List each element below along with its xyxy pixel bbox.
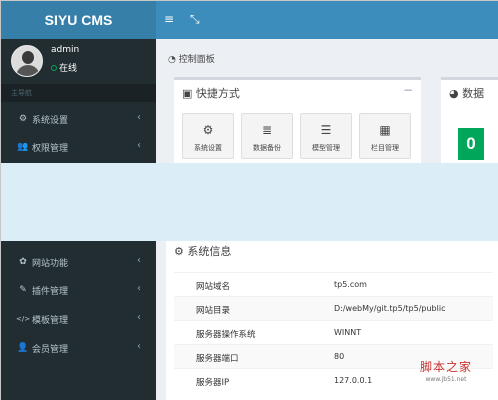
info-value: 127.0.0.1 [334,376,373,385]
info-value: D:/webMy/git.tp5/tp5/public [334,304,446,313]
shortcuts-title: ▣ 快捷方式 [182,85,240,101]
watermark: 脚本之家 www.jb51.net [406,358,486,383]
collapse-icon[interactable]: − [403,83,413,97]
user-status: 在线 [51,61,77,74]
shortcut-data-backup[interactable]: ≣ 数据备份 [241,113,293,159]
sidebar-item-members[interactable]: 👤 会员管理 ‹ [1,336,156,360]
table-row: 服务器操作系统 WINNT [174,320,493,344]
admin-screen: SIYU CMS ≡ ⤡ admin 在线 主导航 ⚙ 系统设置 ‹ 👥 权限管… [0,0,498,400]
code-icon: </> [16,315,31,323]
watermark-url: www.jb51.net [425,376,467,383]
user-icon: 👤 [17,343,29,353]
info-key: 网站域名 [196,282,231,292]
shortcut-label: 数据备份 [253,144,281,152]
user-status-text: 在线 [59,64,78,74]
shortcut-label: 系统设置 [194,144,222,152]
sidebar-item-site-functions[interactable]: ✿ 网站功能 ‹ [1,250,156,274]
shortcut-label: 栏目管理 [371,144,399,152]
sidebar-item-templates[interactable]: </> 模板管理 ‹ [1,307,156,331]
list-icon: ☰ [320,123,332,137]
sidebar-item-label: 权限管理 [32,143,69,154]
nav-header: 主导航 [1,84,156,102]
table-row: 网站目录 D:/webMy/git.tp5/tp5/public [174,296,493,320]
top-navbar: ≡ ⤡ [156,1,498,39]
fullscreen-icon[interactable]: ⤡ [190,12,200,26]
shortcut-model-management[interactable]: ☰ 模型管理 [300,113,352,159]
info-key: 服务器IP [196,378,230,388]
pie-chart-icon: ◕ [449,87,459,100]
blank-overlay-band [1,163,498,241]
chevron-left-icon: ‹ [137,283,141,294]
cog-icon: ⚙ [174,245,184,258]
breadcrumb[interactable]: ◔ 控制面板 [168,52,215,65]
sidebar-item-label: 网站功能 [32,258,69,269]
shortcuts-box: ▣ 快捷方式 − ⚙ 系统设置 ≣ 数据备份 ☰ 模型管理 ▦ 栏目管理 [174,77,421,167]
user-panel: admin 在线 [1,39,156,83]
shortcut-system-settings[interactable]: ⚙ 系统设置 [182,113,234,159]
avatar-body [16,65,40,76]
app-logo-text: SIYU CMS [44,12,113,28]
gift-icon: ▣ [182,87,193,100]
users-icon: 👥 [17,142,29,152]
info-key: 网站目录 [196,306,231,316]
info-value: tp5.com [334,280,367,289]
breadcrumb-label: 控制面板 [178,55,215,65]
system-info-title: ⚙ 系统信息 [174,243,231,259]
avatar[interactable] [11,45,43,77]
sidebar-item-label: 模板管理 [32,315,69,326]
user-name: admin [51,45,80,55]
watermark-text: 脚本之家 [419,360,472,374]
cogs-icon: ⚙ [18,114,28,124]
sidebar-item-system-settings[interactable]: ⚙ 系统设置 ‹ [1,107,156,131]
shortcut-label: 模型管理 [312,144,340,152]
stats-box: ◕ 数据 0 [441,77,498,167]
sidebar-item-label: 会员管理 [32,344,69,355]
info-value: WINNT [334,328,362,337]
info-key: 服务器端口 [196,354,239,364]
sidebar-item-label: 系统设置 [32,115,69,126]
info-key: 服务器操作系统 [196,330,256,340]
system-info-title-text: 系统信息 [187,245,232,258]
shortcut-column-management[interactable]: ▦ 栏目管理 [359,113,411,159]
flower-icon: ✿ [19,257,27,267]
chevron-left-icon: ‹ [137,312,141,323]
grid-icon: ▦ [379,123,391,137]
chevron-left-icon: ‹ [137,255,141,266]
menu-toggle-icon[interactable]: ≡ [164,12,174,26]
cogs-icon: ⚙ [202,123,214,137]
stat-count: 0 [458,128,484,160]
app-logo[interactable]: SIYU CMS [1,1,156,39]
shortcuts-title-text: 快捷方式 [195,87,240,100]
chevron-left-icon: ‹ [137,112,141,123]
chevron-left-icon: ‹ [137,341,141,352]
plug-icon: ✎ [19,285,27,295]
stats-title-text: 数据 [462,87,485,100]
sidebar-item-label: 插件管理 [32,286,69,297]
chevron-left-icon: ‹ [137,140,141,151]
info-value: 80 [334,352,345,361]
dashboard-icon: ◔ [168,55,176,65]
database-icon: ≣ [261,123,273,137]
sidebar-item-permissions[interactable]: 👥 权限管理 ‹ [1,135,156,159]
avatar-head [22,51,34,64]
sidebar-item-plugins[interactable]: ✎ 插件管理 ‹ [1,278,156,302]
online-status-icon [51,65,57,71]
table-row: 网站域名 tp5.com [174,272,493,296]
stats-title: ◕ 数据 [449,85,484,101]
